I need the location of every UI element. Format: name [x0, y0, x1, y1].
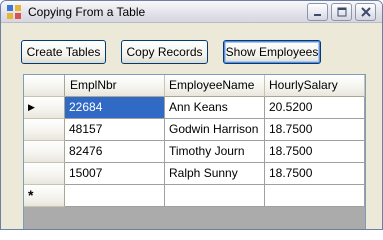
new-row-header[interactable]: * — [24, 185, 65, 207]
minimize-icon — [314, 14, 321, 16]
column-header-emplnbr[interactable]: EmplNbr — [65, 75, 165, 97]
cell-employeename[interactable]: Ann Keans — [165, 97, 265, 119]
row-header[interactable] — [24, 119, 65, 141]
client-area: Create Tables Copy Records Show Employee… — [3, 24, 381, 229]
cell-hourlysalary[interactable]: 18.7500 — [265, 163, 365, 185]
cell-emplnbr[interactable]: 15007 — [65, 163, 165, 185]
cell-employeename[interactable]: Ralph Sunny — [165, 163, 265, 185]
row-header-current[interactable]: ▶ — [24, 97, 65, 119]
new-row-cell-employeename[interactable] — [165, 185, 265, 207]
column-header-hourlysalary[interactable]: HourlySalary — [265, 75, 365, 97]
new-row-cell-hourlysalary[interactable] — [265, 185, 365, 207]
show-employees-button[interactable]: Show Employees — [223, 40, 321, 64]
title-bar[interactable]: Copying From a Table — [1, 1, 382, 23]
cell-emplnbr[interactable]: 22684 — [65, 97, 165, 119]
cell-hourlysalary[interactable]: 20.5200 — [265, 97, 365, 119]
cell-emplnbr[interactable]: 48157 — [65, 119, 165, 141]
cell-hourlysalary[interactable]: 18.7500 — [265, 141, 365, 163]
cell-hourlysalary[interactable]: 18.7500 — [265, 119, 365, 141]
close-button[interactable] — [355, 3, 376, 21]
minimize-button[interactable] — [307, 3, 328, 21]
current-row-icon: ▶ — [28, 102, 35, 112]
maximize-button[interactable] — [331, 3, 352, 21]
grid-corner-header — [24, 75, 65, 97]
employees-grid[interactable]: EmplNbr EmployeeName HourlySalary ▶ 2268… — [23, 74, 366, 229]
cell-employeename[interactable]: Timothy Journ — [165, 141, 265, 163]
copy-records-button[interactable]: Copy Records — [121, 40, 208, 64]
cell-employeename[interactable]: Godwin Harrison — [165, 119, 265, 141]
close-icon — [361, 7, 371, 17]
app-icon — [7, 5, 21, 19]
row-header[interactable] — [24, 163, 65, 185]
cell-emplnbr[interactable]: 82476 — [65, 141, 165, 163]
create-tables-button[interactable]: Create Tables — [21, 40, 106, 64]
row-header[interactable] — [24, 141, 65, 163]
new-row-icon: * — [28, 187, 34, 203]
new-row-cell-emplnbr[interactable] — [65, 185, 165, 207]
app-window: Copying From a Table Create Tables Copy … — [0, 0, 383, 230]
window-title: Copying From a Table — [28, 5, 146, 19]
column-header-employeename[interactable]: EmployeeName — [165, 75, 265, 97]
maximize-icon — [337, 7, 347, 17]
